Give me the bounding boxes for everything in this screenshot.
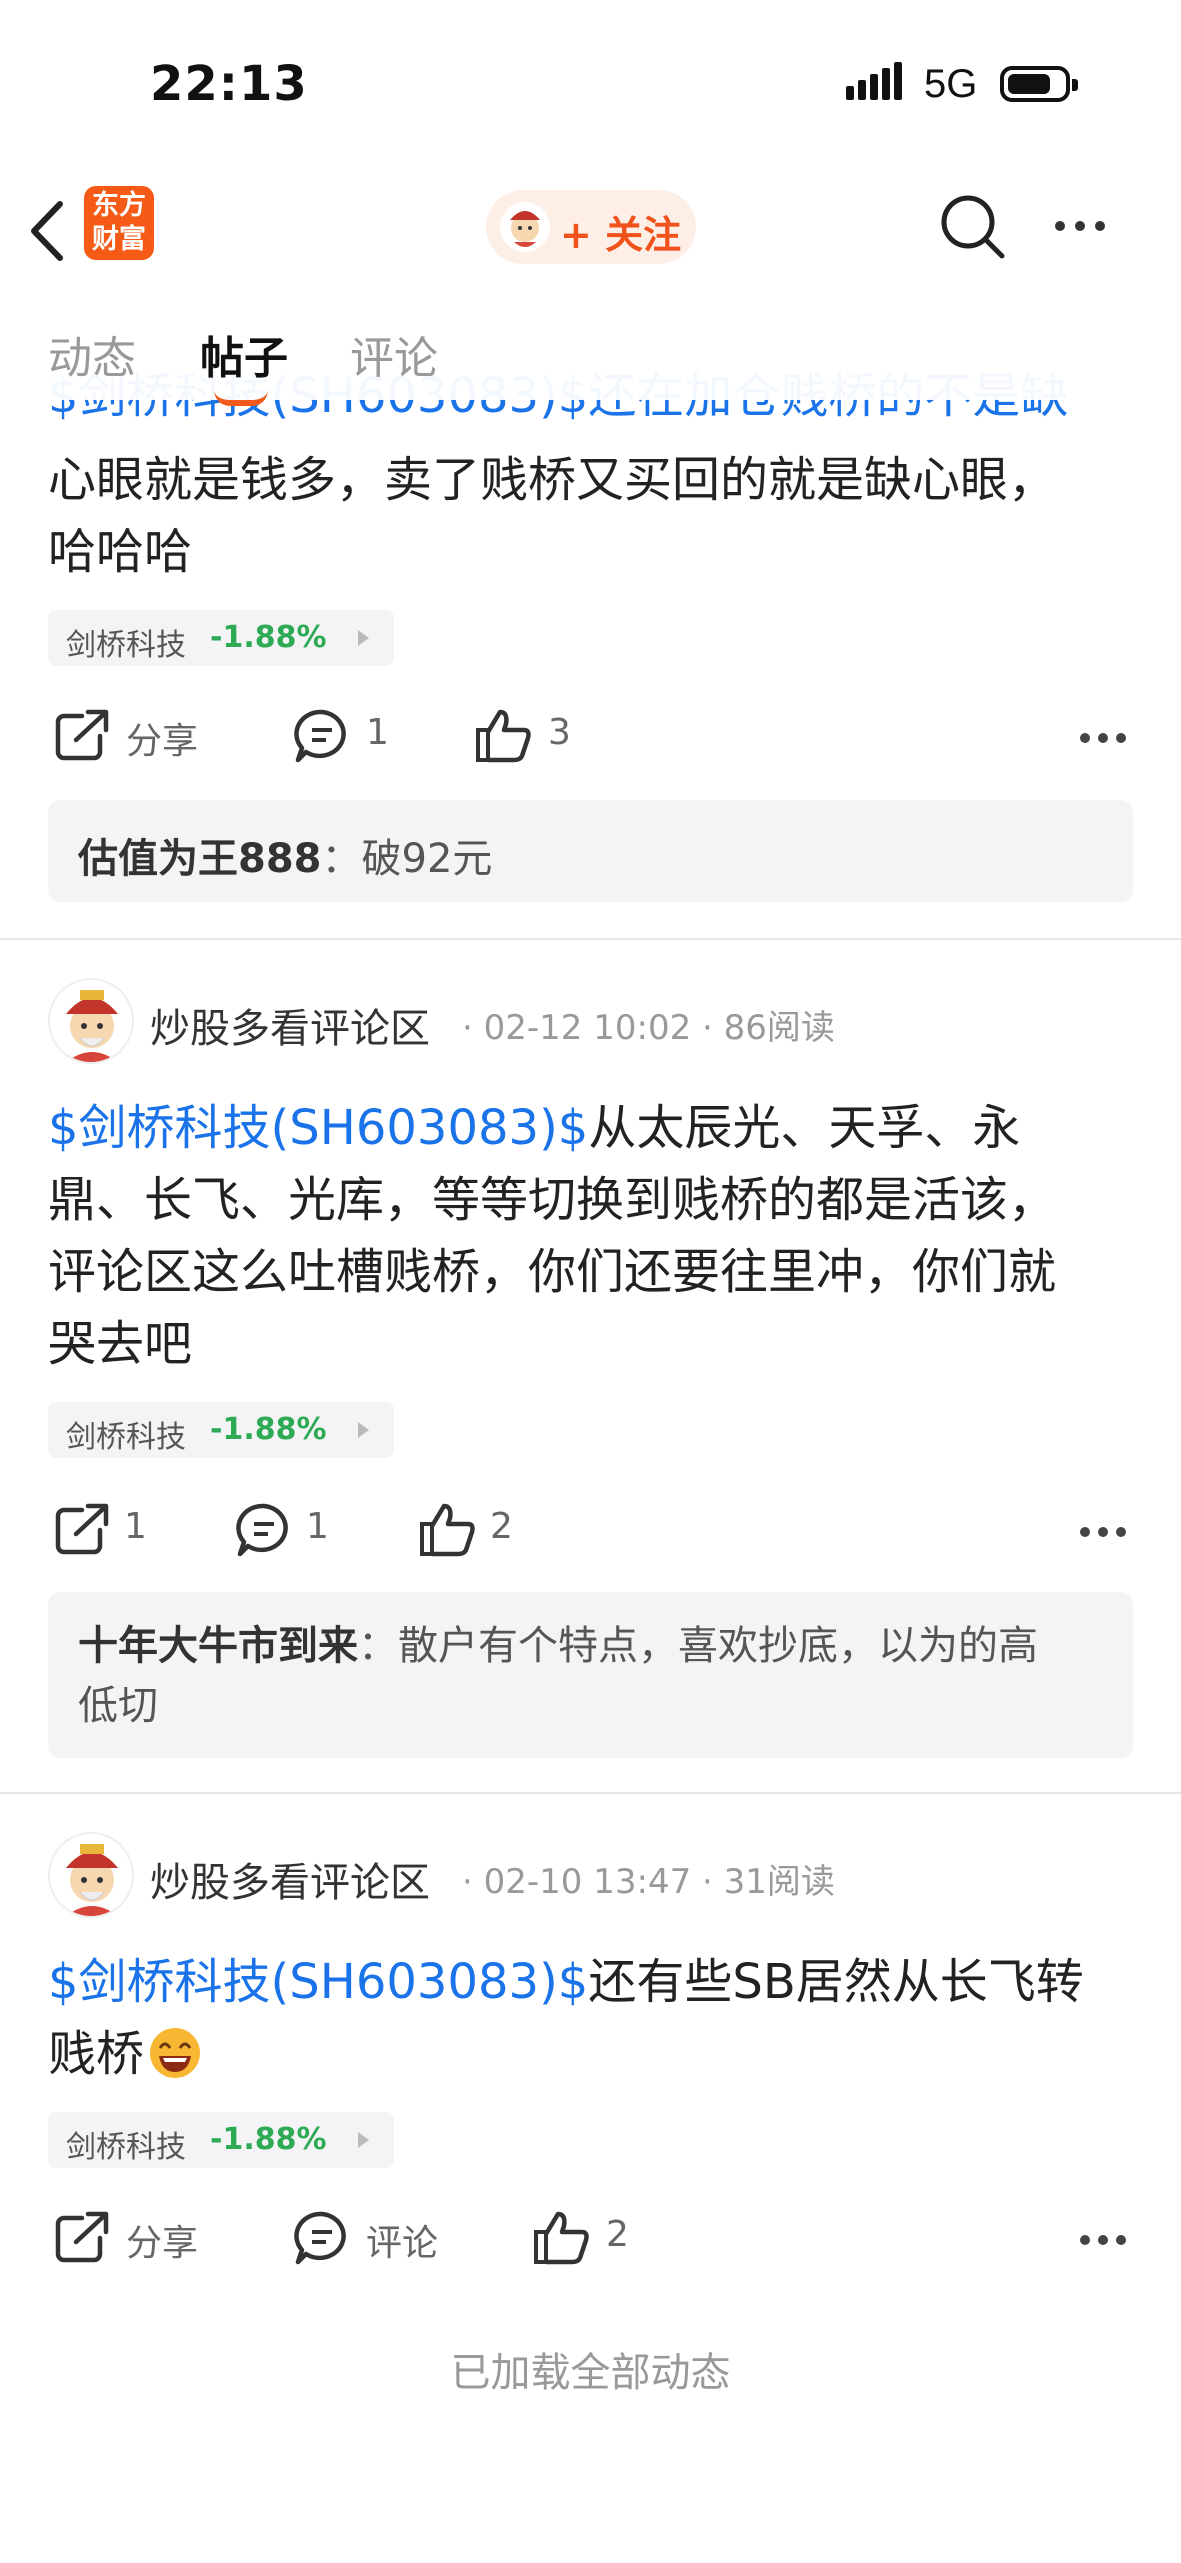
post-more-icon[interactable]: [1080, 728, 1140, 743]
laughing-emoji-icon: [150, 2028, 201, 2078]
comment-label[interactable]: 评论: [366, 2214, 438, 2266]
post-2-body-line: 哭去吧: [48, 1316, 193, 1372]
comment-icon[interactable]: [236, 1502, 292, 1558]
like-count[interactable]: 3: [548, 712, 571, 753]
comment-text: 低切: [78, 1683, 158, 1729]
like-count[interactable]: 2: [606, 2214, 629, 2255]
share-icon[interactable]: [52, 706, 110, 764]
status-time: 22:13: [150, 56, 308, 112]
tab-activity[interactable]: 动态: [48, 322, 136, 386]
post-2-body-line: 鼎、长飞、光库，等等切换到贱桥的都是活该，: [48, 1172, 1057, 1228]
follow-label: + 关注: [560, 213, 682, 257]
like-icon[interactable]: [418, 1500, 478, 1558]
stock-chip[interactable]: 剑桥科技 -1.88%: [48, 610, 394, 666]
post-divider: [0, 1792, 1181, 1794]
post-body-text: 还有些SB居然从长飞转: [588, 1954, 1084, 2010]
like-icon[interactable]: [474, 706, 534, 764]
post-body-text: 贱桥: [48, 2026, 145, 2082]
post-1-actions: 分享 1 3: [0, 700, 1181, 772]
post-3-actions: 分享 评论 2: [0, 2202, 1181, 2274]
follow-button[interactable]: + 关注: [486, 190, 696, 264]
user-avatar-icon: [500, 202, 550, 252]
post-3-body-line: 贱桥: [48, 2018, 202, 2090]
comment-count[interactable]: 1: [306, 1506, 329, 1547]
share-label[interactable]: 分享: [126, 2214, 198, 2266]
comment-author[interactable]: 十年大牛市到来: [78, 1623, 358, 1669]
stock-chip[interactable]: 剑桥科技 -1.88%: [48, 1402, 394, 1458]
stock-chip-name: 剑桥科技: [66, 628, 186, 663]
tab-comments[interactable]: 评论: [350, 322, 438, 386]
logo-line-1: 东方: [92, 190, 146, 221]
more-button[interactable]: [1050, 210, 1120, 242]
search-button[interactable]: [938, 192, 1008, 264]
post-more-icon[interactable]: [1080, 1522, 1140, 1537]
stock-chip-name: 剑桥科技: [66, 2130, 186, 2165]
comment-text: 破92元: [361, 836, 493, 882]
god-of-wealth-avatar-icon: [66, 1844, 118, 1916]
post-date: 02-10 13:47: [483, 1862, 692, 1902]
chip-arrow-icon: [358, 2132, 369, 2148]
battery-icon: [1000, 66, 1078, 102]
post-body-text: 从太辰光、天孚、永: [588, 1100, 1021, 1156]
logo-line-2: 财富: [92, 224, 146, 255]
comment-line: 估值为王888：破92元: [78, 826, 492, 884]
post-1-body-line: 哈哈哈: [48, 524, 193, 580]
post-divider: [0, 938, 1181, 940]
author-avatar[interactable]: [48, 1832, 134, 1918]
stock-chip-name: 剑桥科技: [66, 1420, 186, 1455]
signal-icon: [846, 62, 906, 100]
comment-icon[interactable]: [294, 2210, 350, 2266]
post-meta: · 02-10 13:47 · 31阅读: [462, 1862, 835, 1902]
top-comment[interactable]: 估值为王888：破92元: [48, 800, 1133, 902]
chip-arrow-icon: [358, 630, 369, 646]
stock-chip-change: -1.88%: [210, 2122, 327, 2157]
network-type: 5G: [924, 62, 978, 106]
comment-separator: ：: [358, 1623, 398, 1669]
god-of-wealth-avatar-icon: [66, 990, 118, 1062]
author-name[interactable]: 炒股多看评论区: [150, 996, 430, 1054]
stock-chip-change: -1.88%: [210, 1412, 327, 1447]
stock-link[interactable]: $剑桥科技(SH603083)$: [48, 1954, 588, 2010]
like-count[interactable]: 2: [490, 1506, 513, 1547]
post-2-body-line: 评论区这么吐槽贱桥，你们还要往里冲，你们就: [48, 1244, 1057, 1300]
comment-line: 十年大牛市到来：散户有个特点，喜欢抄底，以为的高: [78, 1616, 1038, 1676]
post-2-body-line: $剑桥科技(SH603083)$从太辰光、天孚、永: [48, 1092, 1020, 1164]
comment-count[interactable]: 1: [366, 712, 389, 753]
post-3-body-line: $剑桥科技(SH603083)$还有些SB居然从长飞转: [48, 1946, 1084, 2018]
author-avatar[interactable]: [48, 978, 134, 1064]
author-name[interactable]: 炒股多看评论区: [150, 1850, 430, 1908]
share-count[interactable]: 1: [124, 1506, 147, 1547]
post-reads: 31阅读: [723, 1862, 835, 1902]
chevron-left-icon: [31, 201, 63, 261]
post-1-body-line: 心眼就是钱多，卖了贱桥又买回的就是缺心眼，: [48, 452, 1057, 508]
post-date: 02-12 10:02: [483, 1008, 692, 1048]
comment-author[interactable]: 估值为王888: [78, 836, 322, 882]
stock-chip[interactable]: 剑桥科技 -1.88%: [48, 2112, 394, 2168]
back-button[interactable]: [24, 196, 74, 266]
share-label[interactable]: 分享: [126, 712, 198, 764]
post-meta: · 02-12 10:02 · 86阅读: [462, 1008, 835, 1048]
post-reads: 86阅读: [723, 1008, 835, 1048]
stock-chip-change: -1.88%: [210, 620, 327, 655]
tab-bar: 动态 帖子 评论: [0, 310, 1181, 406]
comment-separator: ：: [321, 836, 362, 882]
chip-arrow-icon: [358, 1422, 369, 1438]
search-icon: [941, 195, 1005, 259]
comment-icon[interactable]: [294, 708, 350, 764]
more-dots-icon: [1055, 221, 1105, 231]
like-icon[interactable]: [532, 2208, 592, 2266]
stock-link[interactable]: $剑桥科技(SH603083)$: [48, 1100, 588, 1156]
tab-posts[interactable]: 帖子: [200, 322, 288, 386]
post-more-icon[interactable]: [1080, 2230, 1140, 2245]
all-loaded-text: 已加载全部动态: [450, 2350, 731, 2396]
post-2-actions: 1 1 2: [0, 1494, 1181, 1566]
share-icon[interactable]: [52, 1500, 110, 1558]
comment-text: 散户有个特点，喜欢抄底，以为的高: [398, 1623, 1038, 1669]
top-comment[interactable]: 十年大牛市到来：散户有个特点，喜欢抄底，以为的高 低切: [48, 1592, 1133, 1758]
share-icon[interactable]: [52, 2208, 110, 2266]
app-logo: 东方 财富: [84, 186, 154, 260]
tab-active-indicator: [214, 390, 268, 406]
